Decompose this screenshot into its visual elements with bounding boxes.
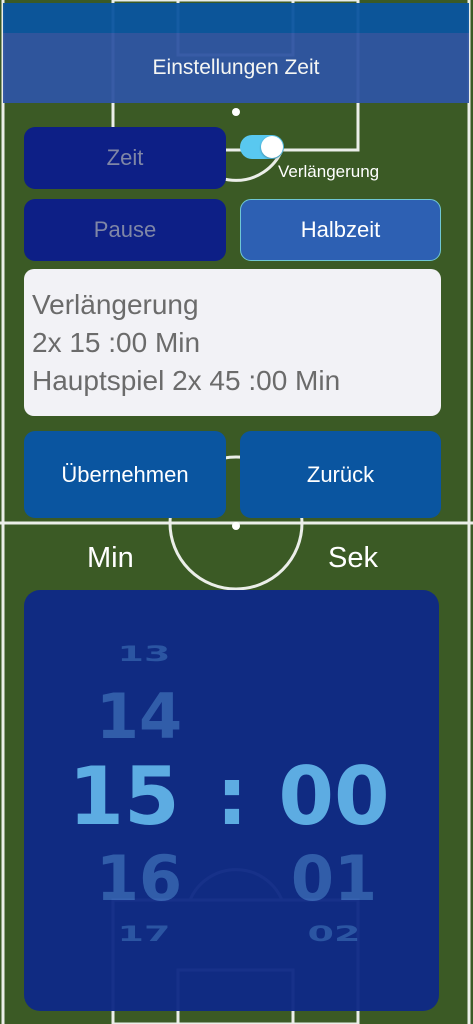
min-option[interactable]: 14 — [69, 680, 209, 753]
toggle-label: Verlängerung — [278, 162, 380, 181]
sek-selected[interactable]: 00 — [259, 750, 409, 843]
min-option[interactable]: 13 — [74, 642, 214, 666]
time-picker[interactable]: 13 14 15 : 00 16 01 17 02 — [24, 590, 439, 1011]
min-label: Min — [87, 542, 134, 574]
header-top-strip — [3, 3, 469, 33]
min-option[interactable]: 16 — [69, 842, 209, 915]
uebernehmen-button[interactable]: Übernehmen — [24, 431, 226, 518]
sek-option[interactable]: 02 — [264, 922, 404, 946]
sek-option[interactable]: 01 — [264, 842, 404, 915]
sek-label: Sek — [328, 542, 378, 574]
toggle-knob — [261, 136, 283, 158]
min-option[interactable]: 17 — [74, 922, 214, 946]
info-panel: Verlängerung 2x 15 :00 Min Hauptspiel 2x… — [24, 269, 441, 416]
zurueck-button[interactable]: Zurück — [240, 431, 441, 518]
info-line-3: Hauptspiel 2x 45 :00 Min — [32, 365, 341, 396]
halbzeit-button[interactable]: Halbzeit — [240, 199, 441, 261]
page-title: Einstellungen Zeit — [152, 56, 320, 79]
zeit-button[interactable]: Zeit — [24, 127, 226, 189]
header-bar: Einstellungen Zeit — [3, 3, 469, 103]
pause-button[interactable]: Pause — [24, 199, 226, 261]
info-line-1: Verlängerung — [32, 289, 199, 320]
verlaengerung-toggle[interactable] — [240, 135, 284, 159]
info-line-2: 2x 15 :00 Min — [32, 327, 201, 358]
